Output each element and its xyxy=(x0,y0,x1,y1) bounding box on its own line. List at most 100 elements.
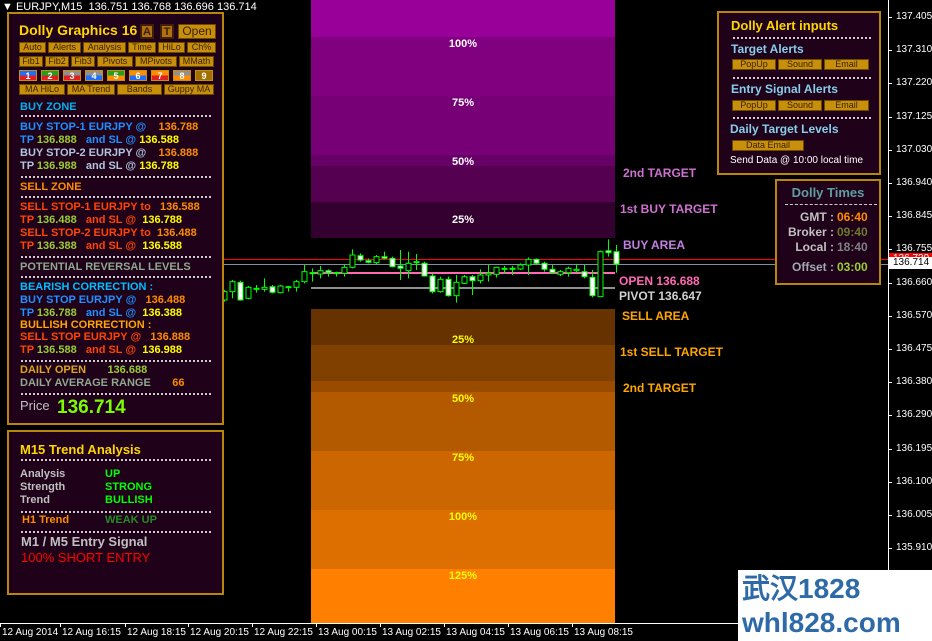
divider xyxy=(21,511,211,513)
candle-body xyxy=(597,251,604,298)
candle xyxy=(469,275,476,295)
price-axis-label: 137.030 xyxy=(896,143,932,155)
watermark-line1: 武汉1828 xyxy=(742,573,861,604)
candle-body xyxy=(325,270,332,274)
candle xyxy=(429,273,436,294)
candle-body xyxy=(269,286,276,293)
candle-body xyxy=(469,276,476,282)
candle xyxy=(245,286,252,300)
candle-body xyxy=(261,286,268,290)
trend-value: BULLISH xyxy=(105,494,153,506)
buy-stop-1-row: BUY STOP-1 EURJPY @ 136.788 xyxy=(20,121,199,133)
trend-analysis-panel: M15 Trend Analysis Analysis UP Strength … xyxy=(7,430,224,595)
a-button[interactable]: A xyxy=(140,24,154,39)
candle xyxy=(613,245,620,273)
ma-hilo-button[interactable]: MA HiLo xyxy=(19,84,65,95)
price-tick xyxy=(888,83,892,85)
candle xyxy=(589,270,596,298)
time-tick xyxy=(444,623,445,627)
time-tick xyxy=(572,623,573,627)
candle-body xyxy=(373,256,380,264)
color-preset-button-6[interactable]: 6 xyxy=(129,70,147,81)
price-axis-label: 136.290 xyxy=(896,409,932,421)
buy-stop-2-tp-row: TP 136.988 and SL @ 136.788 xyxy=(20,160,179,172)
candle-body xyxy=(245,286,252,299)
color-preset-button-2[interactable]: 2 xyxy=(41,70,59,81)
fib1-button[interactable]: Fib1 xyxy=(19,56,43,67)
time-tick xyxy=(380,623,381,627)
analysis-button[interactable]: Analysis xyxy=(83,42,126,53)
h1-trend-value: WEAK UP xyxy=(105,514,157,526)
price-axis-label: 136.660 xyxy=(896,276,932,288)
candle xyxy=(373,255,380,264)
fib2-button[interactable]: Fib2 xyxy=(45,56,69,67)
alerts-button[interactable]: Alerts xyxy=(48,42,81,53)
candle-body xyxy=(341,266,348,274)
buy-stop-1-tp-row: TP 136.888 and SL @ 136.588 xyxy=(20,134,179,146)
data-email-button[interactable]: Data Email xyxy=(732,140,804,151)
time-button[interactable]: Time xyxy=(128,42,156,53)
candle xyxy=(517,263,524,270)
candle-body xyxy=(229,281,236,293)
t-button[interactable]: T xyxy=(160,24,174,39)
candle xyxy=(293,280,300,292)
ch--button[interactable]: Ch% xyxy=(187,42,216,53)
target-popup-button[interactable]: PopUp xyxy=(732,59,776,70)
bands-button[interactable]: Bands xyxy=(117,84,162,95)
time-tick xyxy=(252,623,253,627)
mmath-button[interactable]: MMath xyxy=(179,56,214,67)
hilo-button[interactable]: HiLo xyxy=(158,42,185,53)
price-tick xyxy=(888,415,892,417)
price-tick xyxy=(888,17,892,18)
time-axis-label: 13 Aug 04:15 xyxy=(446,627,505,638)
open-button[interactable]: Open xyxy=(178,24,216,39)
color-preset-button-3[interactable]: 3 xyxy=(63,70,81,81)
price-axis-label: 137.405 xyxy=(896,11,932,22)
time-axis-label: 13 Aug 02:15 xyxy=(382,627,441,638)
color-preset-button-4[interactable]: 4 xyxy=(85,70,103,81)
candle xyxy=(549,265,556,274)
alert-inputs-panel: Dolly Alert inputs Target Alerts PopUp S… xyxy=(717,11,881,175)
candle xyxy=(605,239,612,257)
guppy-ma-button[interactable]: Guppy MA xyxy=(164,84,214,95)
auto-button[interactable]: Auto xyxy=(19,42,46,53)
price-tick xyxy=(888,249,892,251)
candle-body xyxy=(541,262,548,270)
entry-popup-button[interactable]: PopUp xyxy=(732,100,776,111)
price-tick xyxy=(888,382,892,384)
candle-body xyxy=(477,274,484,282)
candle xyxy=(533,258,540,265)
color-preset-button-1[interactable]: 1 xyxy=(19,70,37,81)
mpivots-button[interactable]: MPivots xyxy=(135,56,177,67)
price-axis-label: 136.380 xyxy=(896,376,932,388)
buy-stop-2-row: BUY STOP-2 EURJPY @ 136.888 xyxy=(20,147,199,159)
candle-body xyxy=(389,257,396,268)
fib3-button[interactable]: Fib3 xyxy=(71,56,95,67)
candle-body xyxy=(565,267,572,274)
candle xyxy=(229,280,236,299)
color-preset-button-8[interactable]: 8 xyxy=(173,70,191,81)
candle xyxy=(565,266,572,277)
entry-email-button[interactable]: Email xyxy=(824,100,869,111)
ma-trend-button[interactable]: MA Trend xyxy=(67,84,115,95)
candle-body xyxy=(333,272,340,275)
color-preset-button-5[interactable]: 5 xyxy=(107,70,125,81)
sell-2nd-target-label: 2nd TARGET xyxy=(623,381,697,395)
color-preset-button-7[interactable]: 7 xyxy=(151,70,169,81)
candle xyxy=(381,251,388,260)
candle-body xyxy=(573,268,580,272)
sell-stop-2-tp-row: TP 136.388 and SL @ 136.588 xyxy=(20,240,183,252)
candle xyxy=(461,275,468,284)
pivots-button[interactable]: Pivots xyxy=(97,56,133,67)
target-sound-button[interactable]: Sound xyxy=(778,59,822,70)
candle xyxy=(285,286,292,292)
candle-body xyxy=(517,264,524,270)
candle xyxy=(261,278,268,292)
color-preset-button-9[interactable]: 9 xyxy=(195,70,213,81)
daily-average-range-row: DAILY AVERAGE RANGE 66 xyxy=(20,377,185,389)
entry-sound-button[interactable]: Sound xyxy=(778,100,822,111)
target-email-button[interactable]: Email xyxy=(824,59,869,70)
time-tick xyxy=(188,623,189,627)
candle xyxy=(477,269,484,284)
price-axis-label: 137.310 xyxy=(896,44,932,56)
